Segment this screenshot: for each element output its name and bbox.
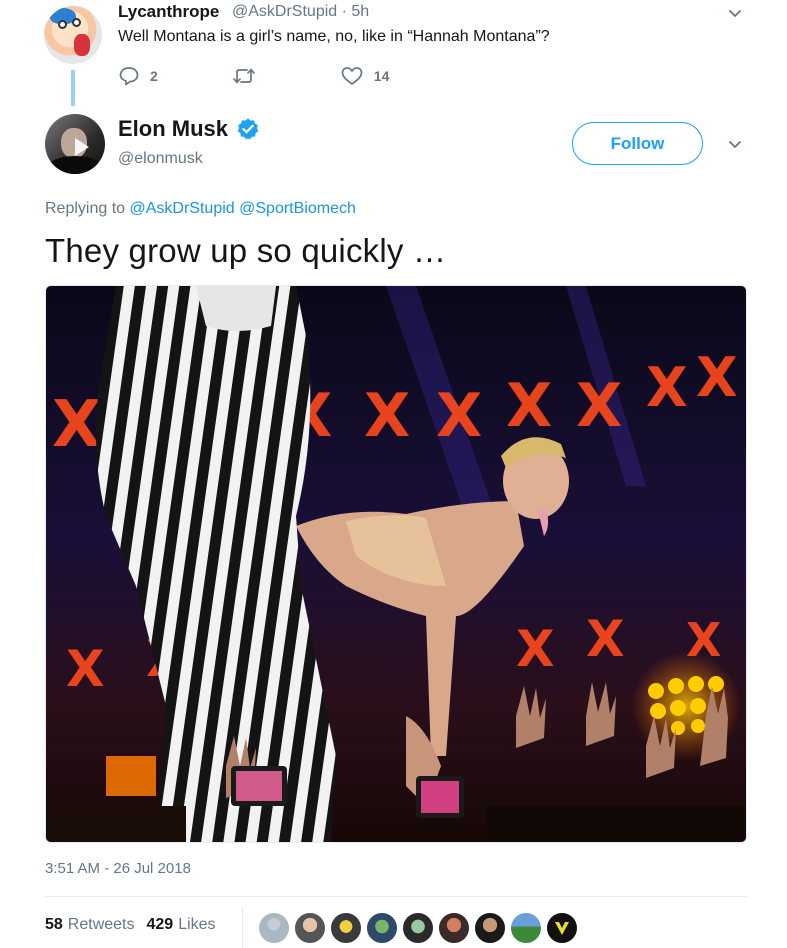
mention-link[interactable]: @AskDrStupid — [130, 200, 235, 217]
chevron-down-icon[interactable] — [728, 138, 742, 152]
concert-photo: X X X X X X X X X X X X X X X — [46, 286, 746, 842]
verified-badge-icon — [237, 118, 259, 140]
chevron-down-icon[interactable] — [728, 7, 742, 21]
author-name[interactable]: Lycanthrope — [118, 2, 219, 22]
author-handle[interactable]: @elonmusk — [118, 150, 203, 168]
svg-text:X: X — [516, 620, 555, 678]
tweet-stats: 58 Retweets 429 Likes — [45, 916, 228, 934]
svg-text:X: X — [66, 640, 105, 698]
play-icon — [75, 138, 89, 156]
likers-avatars — [258, 912, 582, 944]
author-name[interactable]: Elon Musk — [118, 116, 228, 142]
svg-text:X: X — [436, 381, 482, 451]
svg-text:X: X — [576, 371, 622, 441]
tweet-text: They grow up so quickly … — [45, 232, 447, 269]
replying-to: Replying to @AskDrStupid @SportBiomech — [45, 200, 356, 218]
avatar[interactable] — [402, 912, 434, 944]
svg-text:X: X — [696, 346, 738, 409]
like-button[interactable]: 14 — [340, 65, 390, 87]
avatar[interactable] — [258, 912, 290, 944]
svg-text:X: X — [364, 381, 410, 451]
heart-icon — [341, 67, 363, 85]
likes-stat[interactable]: 429 Likes — [147, 916, 216, 934]
avatar[interactable] — [474, 912, 506, 944]
avatar[interactable] — [44, 6, 102, 64]
reply-button[interactable]: 2 — [118, 65, 158, 87]
avatar[interactable] — [546, 912, 578, 944]
divider — [45, 896, 747, 897]
tweet-timestamp[interactable]: 3:51 AM - 26 Jul 2018 — [45, 860, 191, 877]
avatar[interactable] — [45, 114, 105, 174]
svg-text:X: X — [646, 356, 688, 419]
avatar[interactable] — [510, 912, 542, 944]
retweets-label: Retweets — [67, 916, 135, 933]
avatar[interactable] — [294, 912, 326, 944]
avatar[interactable] — [366, 912, 398, 944]
reply-count: 2 — [150, 68, 158, 84]
like-count: 14 — [373, 68, 390, 84]
divider — [242, 907, 243, 948]
svg-text:X: X — [586, 610, 625, 668]
likes-count: 429 — [146, 916, 174, 933]
retweet-icon — [232, 68, 255, 84]
retweets-stat[interactable]: 58 Retweets — [45, 916, 135, 934]
replying-label: Replying to — [45, 200, 126, 217]
likes-label: Likes — [178, 916, 216, 933]
svg-text:X: X — [506, 371, 552, 441]
tweet-text: Well Montana is a girl’s name, no, like … — [118, 28, 550, 45]
retweet-button[interactable] — [232, 65, 266, 87]
v-logo-icon — [555, 922, 569, 935]
avatar[interactable] — [330, 912, 362, 944]
mention-link[interactable]: @SportBiomech — [239, 200, 356, 217]
speech-bubble-icon — [119, 67, 139, 86]
svg-text:X: X — [52, 388, 101, 462]
tweet-actions: 2 14 — [118, 64, 463, 88]
follow-button[interactable]: Follow — [572, 122, 703, 165]
tweet-photo[interactable]: X X X X X X X X X X X X X X X — [45, 285, 747, 843]
avatar[interactable] — [438, 912, 470, 944]
retweets-count: 58 — [45, 916, 63, 933]
thread-line — [71, 70, 75, 106]
author-handle-time[interactable]: @AskDrStupid · 5h — [232, 3, 369, 21]
parent-tweet[interactable]: Lycanthrope @AskDrStupid · 5h Well Monta… — [0, 0, 787, 108]
